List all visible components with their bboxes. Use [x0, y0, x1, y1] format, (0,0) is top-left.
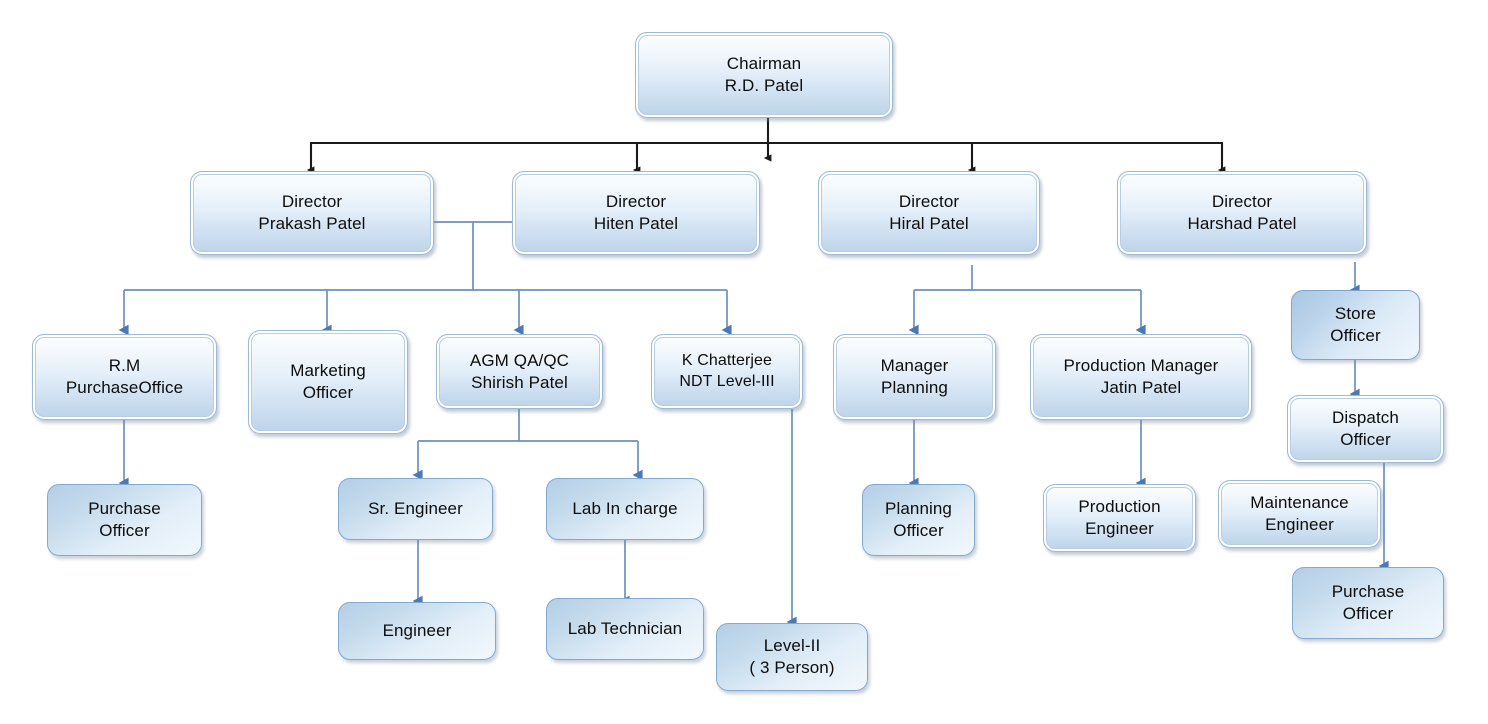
node-agm-qaqc[interactable]: AGM QA/QC Shirish Patel: [436, 334, 603, 409]
node-dispatch-officer-label: Dispatch Officer: [1332, 408, 1399, 449]
node-manager-planning[interactable]: Manager Planning: [833, 334, 996, 420]
node-director-prakash[interactable]: Director Prakash Patel: [190, 171, 434, 255]
node-director-prakash-label: Director Prakash Patel: [258, 192, 366, 233]
node-sr-engineer-label: Sr. Engineer: [368, 499, 463, 519]
node-purchase-officer-right-label: Purchase Officer: [1331, 582, 1405, 623]
node-dispatch-officer[interactable]: Dispatch Officer: [1287, 395, 1444, 463]
prakash-hiten-children-connectors: [118, 289, 732, 336]
node-lab-in-charge[interactable]: Lab In charge: [546, 478, 704, 540]
node-store-officer-label: Store Officer: [1330, 304, 1381, 345]
node-planning-officer[interactable]: Planning Officer: [862, 484, 975, 556]
node-manager-planning-label: Manager Planning: [880, 356, 949, 397]
node-director-harshad-label: Director Harshad Patel: [1187, 192, 1297, 233]
node-purchase-officer-right[interactable]: Purchase Officer: [1292, 567, 1444, 639]
node-k-chatterjee-label: K Chatterjee NDT Level-III: [679, 352, 775, 390]
node-lab-technician[interactable]: Lab Technician: [546, 598, 704, 660]
node-director-hiten[interactable]: Director Hiten Patel: [512, 171, 760, 255]
node-production-manager-label: Production Manager Jatin Patel: [1063, 356, 1219, 397]
node-lab-in-charge-label: Lab In charge: [572, 499, 678, 519]
node-maintenance-engineer[interactable]: Maintenance Engineer: [1218, 480, 1381, 548]
node-director-harshad[interactable]: Director Harshad Patel: [1117, 171, 1367, 255]
chairman-connectors: [306, 118, 1226, 174]
org-chart-canvas: Chairman R.D. Patel Director Prakash Pat…: [0, 0, 1488, 724]
node-chairman[interactable]: Chairman R.D. Patel: [635, 32, 893, 118]
node-director-hiten-label: Director Hiten Patel: [593, 192, 679, 233]
node-chairman-label: Chairman R.D. Patel: [724, 54, 804, 95]
node-level-ii-label: Level-II ( 3 Person): [749, 636, 835, 677]
agm-children-connectors: [412, 409, 643, 481]
node-purchase-officer-left-label: Purchase Officer: [88, 499, 161, 540]
node-store-officer[interactable]: Store Officer: [1291, 290, 1420, 360]
node-rm-purchase-office-label: R.M PurchaseOffice: [65, 356, 184, 397]
node-maintenance-engineer-label: Maintenance Engineer: [1250, 493, 1349, 534]
node-k-chatterjee[interactable]: K Chatterjee NDT Level-III: [651, 334, 803, 409]
node-purchase-officer-left[interactable]: Purchase Officer: [47, 484, 202, 556]
node-sr-engineer[interactable]: Sr. Engineer: [338, 478, 493, 540]
node-marketing-officer-label: Marketing Officer: [290, 361, 366, 402]
node-director-hiral[interactable]: Director Hiral Patel: [818, 171, 1040, 255]
node-marketing-officer[interactable]: Marketing Officer: [248, 330, 408, 434]
node-production-manager[interactable]: Production Manager Jatin Patel: [1030, 334, 1252, 420]
node-production-engineer-label: Production Engineer: [1078, 497, 1161, 538]
node-rm-purchase-office[interactable]: R.M PurchaseOffice: [32, 334, 217, 420]
node-planning-officer-label: Planning Officer: [885, 499, 952, 540]
node-director-hiral-label: Director Hiral Patel: [889, 192, 969, 233]
director-pair-link: [434, 221, 512, 290]
node-level-ii[interactable]: Level-II ( 3 Person): [716, 623, 868, 691]
node-engineer-label: Engineer: [382, 621, 452, 641]
node-agm-qaqc-label: AGM QA/QC Shirish Patel: [469, 350, 570, 392]
node-lab-technician-label: Lab Technician: [567, 619, 683, 639]
hiral-children-connectors: [908, 265, 1146, 336]
node-engineer[interactable]: Engineer: [338, 602, 496, 660]
node-production-engineer[interactable]: Production Engineer: [1043, 484, 1196, 552]
